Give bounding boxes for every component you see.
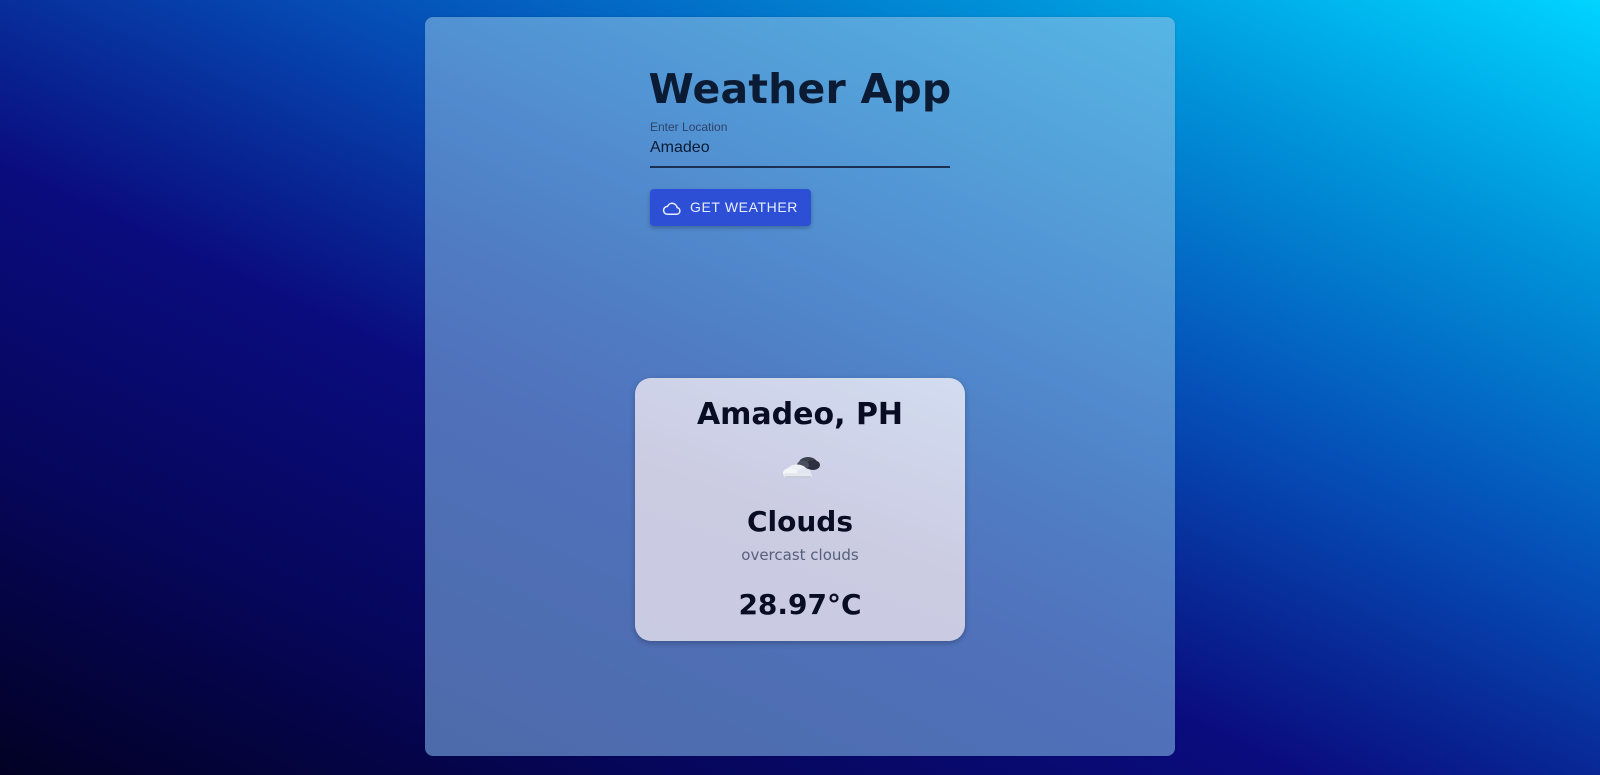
get-weather-button-label: GET WEATHER xyxy=(690,199,798,215)
cloud-outline-icon xyxy=(662,202,681,215)
weather-result-card: Amadeo, PH Clouds overcast clouds 28.97°… xyxy=(635,378,965,641)
overcast-clouds-icon xyxy=(783,457,820,478)
location-field[interactable]: Enter Location xyxy=(650,120,950,168)
weather-app-panel: Weather App Enter Location GET WEATHER A… xyxy=(425,17,1175,756)
location-name: Amadeo, PH xyxy=(696,397,904,432)
weather-description: overcast clouds xyxy=(741,546,859,564)
location-field-label: Enter Location xyxy=(650,120,728,134)
weather-condition: Clouds xyxy=(746,505,854,538)
app-title: Weather App xyxy=(648,65,952,113)
temperature: 28.97°C xyxy=(738,588,862,621)
location-input[interactable] xyxy=(650,139,948,157)
get-weather-button[interactable]: GET WEATHER xyxy=(650,189,811,226)
